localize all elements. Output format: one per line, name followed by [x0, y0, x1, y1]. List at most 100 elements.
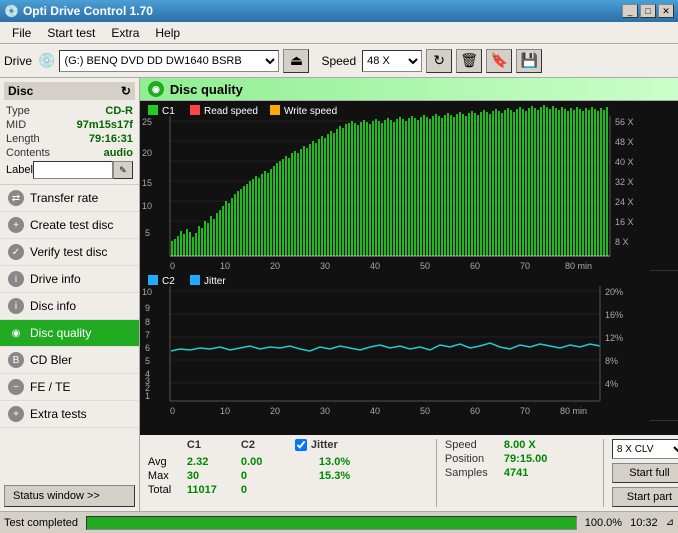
title-bar-controls: _ □ ✕	[622, 4, 674, 18]
nav-extra-tests[interactable]: + Extra tests	[0, 401, 139, 428]
nav-verify-test-disc[interactable]: ✓ Verify test disc	[0, 239, 139, 266]
chart1-svg: C1 Read speed Write speed	[140, 101, 650, 271]
eject-button[interactable]: ⏏	[283, 49, 309, 73]
nav-cd-bler[interactable]: B CD Bler	[0, 347, 139, 374]
disc-mid-label: MID	[6, 119, 26, 131]
disc-info-icon: i	[8, 298, 24, 314]
status-bar: Test completed 100.0% 10:32 ⊿	[0, 511, 678, 533]
svg-text:20%: 20%	[605, 287, 623, 297]
disc-header-label: Disc	[8, 84, 33, 98]
avg-spacer	[295, 456, 315, 468]
sidebar: Disc ↻ Type CD-R MID 97m15s17f Length 79…	[0, 78, 140, 511]
speed-select[interactable]: 48 X Max 8 X 16 X 32 X	[362, 50, 422, 72]
nav-transfer-rate[interactable]: ⇄ Transfer rate	[0, 185, 139, 212]
total-c1: 11017	[187, 484, 237, 496]
nav-disc-info[interactable]: i Disc info	[0, 293, 139, 320]
disc-quality-title: Disc quality	[170, 82, 243, 97]
stats-samples-row: Samples 4741	[445, 467, 595, 479]
start-part-button[interactable]: Start part	[612, 487, 678, 507]
create-test-disc-icon: +	[8, 217, 24, 233]
nav-create-test-disc-label: Create test disc	[30, 218, 113, 232]
nav-cd-bler-label: CD Bler	[30, 353, 72, 367]
svg-text:10: 10	[142, 287, 152, 297]
svg-text:60: 60	[470, 261, 480, 271]
toolbar: Drive 💿 (G:) BENQ DVD DD DW1640 BSRB ⏏ S…	[0, 44, 678, 78]
disc-label-input[interactable]	[33, 161, 113, 179]
svg-text:80 min: 80 min	[560, 406, 587, 416]
svg-text:10: 10	[220, 261, 230, 271]
content-area: ◉ Disc quality C1 Read speed Write speed	[140, 78, 678, 511]
disc-type-label: Type	[6, 105, 30, 117]
nav-create-test-disc[interactable]: + Create test disc	[0, 212, 139, 239]
close-button[interactable]: ✕	[658, 4, 674, 18]
drive-info-icon: i	[8, 271, 24, 287]
jitter-checkbox[interactable]	[295, 439, 307, 451]
menu-file[interactable]: File	[4, 24, 39, 42]
speed-label: Speed	[445, 439, 500, 451]
menu-extra[interactable]: Extra	[103, 24, 147, 42]
chart2-area: C2 Jitter 20% 16% 12% 8%	[140, 271, 678, 421]
save-button[interactable]: 💾	[516, 49, 542, 73]
svg-text:16%: 16%	[605, 310, 623, 320]
disc-mid-row: MID 97m15s17f	[4, 118, 135, 132]
nav-fe-te[interactable]: ~ FE / TE	[0, 374, 139, 401]
svg-text:16 X: 16 X	[615, 217, 634, 227]
fe-te-icon: ~	[8, 379, 24, 395]
verify-test-disc-icon: ✓	[8, 244, 24, 260]
transfer-rate-icon: ⇄	[8, 190, 24, 206]
nav-drive-info[interactable]: i Drive info	[0, 266, 139, 293]
disc-contents-value: audio	[104, 147, 133, 159]
avg-jitter: 13.0%	[319, 456, 350, 468]
nav-fe-te-label: FE / TE	[30, 380, 70, 394]
progress-percent: 100.0%	[585, 517, 622, 529]
menu-start-test[interactable]: Start test	[39, 24, 103, 42]
disc-type-value: CD-R	[105, 105, 133, 117]
disc-quality-icon: ◉	[8, 325, 24, 341]
disc-contents-row: Contents audio	[4, 146, 135, 160]
svg-text:25: 25	[142, 117, 152, 127]
menu-help[interactable]: Help	[147, 24, 188, 42]
clear-button[interactable]: 🗑	[456, 49, 482, 73]
max-c1: 30	[187, 470, 237, 482]
bookmark-button[interactable]: 🔖	[486, 49, 512, 73]
nav-verify-test-disc-label: Verify test disc	[30, 245, 107, 259]
drive-select[interactable]: (G:) BENQ DVD DD DW1640 BSRB	[59, 50, 279, 72]
max-jitter: 15.3%	[319, 470, 350, 482]
disc-refresh-icon[interactable]: ↻	[121, 84, 131, 98]
status-window-button[interactable]: Status window >>	[4, 485, 135, 507]
samples-label: Samples	[445, 467, 500, 479]
svg-text:C1: C1	[162, 106, 175, 117]
title-bar: 💿 Opti Drive Control 1.70 _ □ ✕	[0, 0, 678, 22]
nav-disc-quality[interactable]: ◉ Disc quality	[0, 320, 139, 347]
svg-text:70: 70	[520, 406, 530, 416]
svg-text:1: 1	[145, 391, 150, 401]
status-time: 10:32	[630, 517, 658, 529]
progress-bar-container	[86, 516, 577, 530]
total-c2: 0	[241, 484, 291, 496]
disc-length-value: 79:16:31	[89, 133, 133, 145]
stats-header-row: C1 C2 Jitter	[148, 439, 428, 454]
clv-select[interactable]: 8 X CLV	[612, 439, 678, 459]
minimize-button[interactable]: _	[622, 4, 638, 18]
svg-text:30: 30	[320, 406, 330, 416]
svg-text:8 X: 8 X	[615, 237, 629, 247]
start-full-button[interactable]: Start full	[612, 463, 678, 483]
svg-text:6: 6	[145, 343, 150, 353]
disc-length-row: Length 79:16:31	[4, 132, 135, 146]
svg-text:50: 50	[420, 406, 430, 416]
main-layout: Disc ↻ Type CD-R MID 97m15s17f Length 79…	[0, 78, 678, 511]
app-icon: 💿	[4, 4, 19, 18]
refresh-button[interactable]: ↻	[426, 49, 452, 73]
avg-c2: 0.00	[241, 456, 291, 468]
maximize-button[interactable]: □	[640, 4, 656, 18]
svg-text:4%: 4%	[605, 379, 618, 389]
svg-text:8: 8	[145, 317, 150, 327]
nav-disc-info-label: Disc info	[30, 299, 76, 313]
svg-text:7: 7	[145, 330, 150, 340]
total-label: Total	[148, 484, 183, 496]
svg-text:0: 0	[170, 261, 175, 271]
status-text: Test completed	[4, 517, 78, 529]
disc-label-edit-button[interactable]: ✎	[113, 161, 133, 179]
stats-divider1	[436, 439, 437, 507]
drive-label: Drive	[4, 54, 32, 68]
